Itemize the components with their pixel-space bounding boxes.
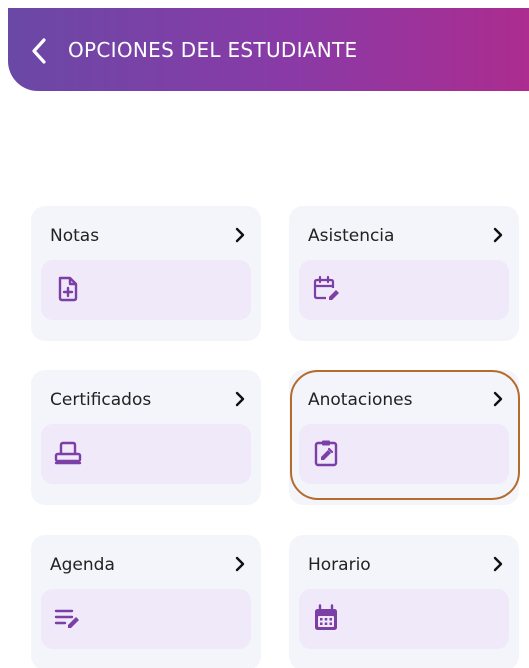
card-icon-box-horario (299, 589, 509, 649)
calendar-grid-icon (311, 603, 341, 633)
card-horario[interactable]: Horario (289, 535, 519, 668)
chevron-right-icon (491, 390, 505, 408)
card-icon-box-notas (41, 260, 251, 320)
calendar-edit-icon (311, 274, 341, 304)
card-icon-box-asistencia (299, 260, 509, 320)
card-title-certificados: Certificados (50, 390, 152, 410)
list-edit-icon (53, 603, 83, 633)
card-title-notas: Notas (50, 226, 100, 246)
chevron-right-icon (233, 555, 247, 573)
card-asistencia[interactable]: Asistencia (289, 206, 519, 341)
chevron-right-icon (233, 390, 247, 408)
card-icon-box-agenda (41, 589, 251, 649)
card-notas[interactable]: Notas (31, 206, 261, 341)
chevron-right-icon (233, 226, 247, 244)
back-button[interactable] (26, 36, 52, 66)
card-title-horario: Horario (308, 555, 371, 575)
app-header: OPCIONES DEL ESTUDIANTE (8, 8, 529, 91)
student-options-screen: OPCIONES DEL ESTUDIANTE Notas Asistencia (0, 0, 529, 668)
clipboard-edit-icon (311, 438, 341, 468)
page-title: OPCIONES DEL ESTUDIANTE (68, 38, 358, 62)
chevron-right-icon (491, 555, 505, 573)
card-title-agenda: Agenda (50, 555, 115, 575)
document-plus-icon (53, 274, 83, 304)
card-anotaciones[interactable]: Anotaciones (289, 370, 519, 505)
printer-icon (53, 438, 83, 468)
card-icon-box-certificados (41, 424, 251, 484)
card-agenda[interactable]: Agenda (31, 535, 261, 668)
card-icon-box-anotaciones (299, 424, 509, 484)
chevron-right-icon (491, 226, 505, 244)
card-title-anotaciones: Anotaciones (308, 390, 413, 410)
card-title-asistencia: Asistencia (308, 226, 395, 246)
card-certificados[interactable]: Certificados (31, 370, 261, 505)
chevron-left-icon (32, 38, 46, 64)
